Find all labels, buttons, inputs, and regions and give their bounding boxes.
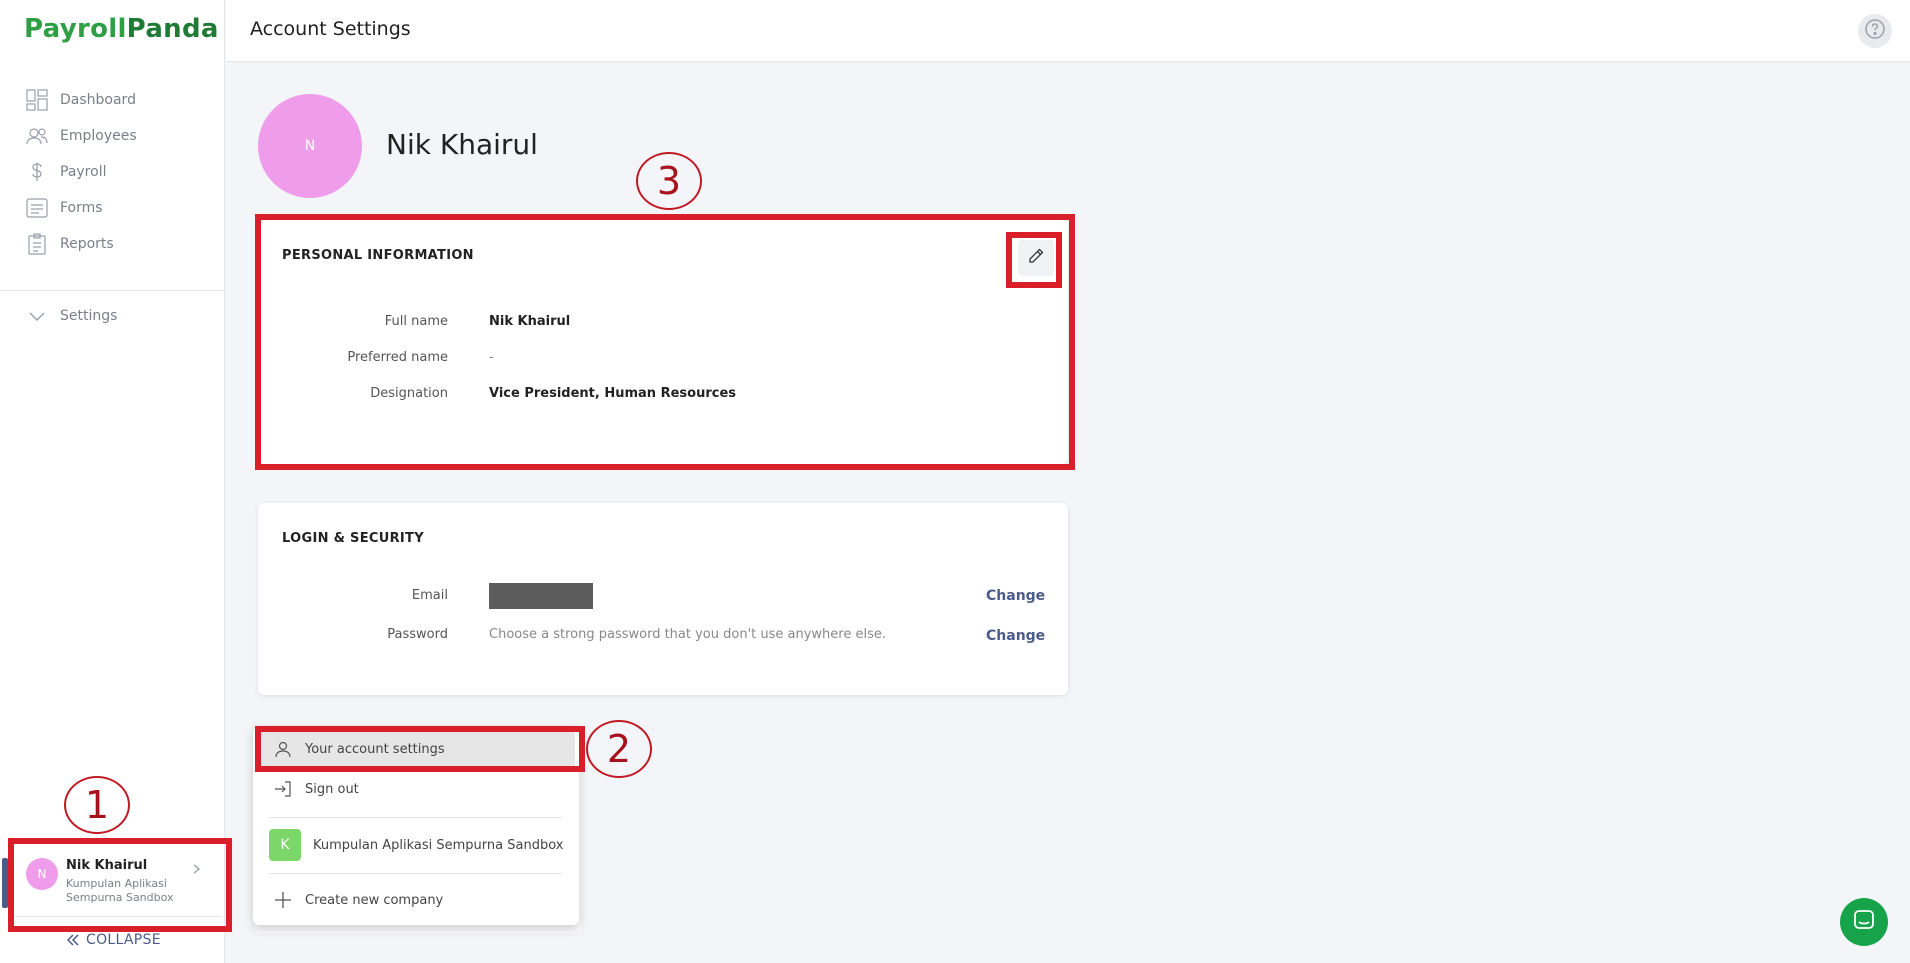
chevron-right-icon (190, 860, 202, 879)
page-title: Account Settings (250, 18, 411, 40)
menu-item-sign-out[interactable]: Sign out (257, 769, 575, 809)
company-badge: K (269, 829, 301, 861)
dollar-icon (26, 161, 48, 183)
menu-item-label: Your account settings (305, 741, 445, 757)
login-security-card: LOGIN & SECURITY Email Change Password C… (258, 503, 1068, 695)
sidebar-item-payroll[interactable]: Payroll (0, 154, 225, 190)
sidebar-item-label: Payroll (60, 164, 107, 180)
sidebar-item-label: Dashboard (60, 92, 136, 108)
chat-button[interactable] (1840, 898, 1888, 946)
annotation-callout-2: 2 (586, 720, 652, 778)
profile-avatar: N (258, 94, 362, 198)
chat-icon (1852, 908, 1876, 936)
annotation-callout-1: 1 (64, 776, 130, 834)
menu-item-account-settings[interactable]: Your account settings (257, 729, 575, 769)
password-hint: Choose a strong password that you don't … (489, 627, 886, 642)
double-chevron-left-icon (66, 933, 80, 947)
sidebar-item-label: Employees (60, 128, 137, 144)
user-icon (273, 739, 293, 759)
sign-out-icon (273, 779, 293, 799)
change-password-link[interactable]: Change (986, 628, 1045, 644)
forms-icon (26, 197, 48, 219)
designation-label: Designation (370, 386, 448, 401)
designation-value: Vice President, Human Resources (489, 386, 736, 401)
full-name-label: Full name (384, 314, 448, 329)
chevron-down-icon (26, 305, 48, 327)
pencil-icon (1026, 246, 1046, 270)
preferred-name-label: Preferred name (347, 350, 448, 365)
password-label: Password (387, 627, 448, 642)
plus-icon (273, 890, 293, 910)
sidebar-item-label: Forms (60, 200, 103, 216)
user-name: Nik Khairul (66, 858, 148, 873)
edit-button[interactable] (1018, 240, 1054, 276)
reports-icon (26, 233, 48, 255)
help-button[interactable] (1858, 14, 1892, 48)
menu-item-company[interactable]: K Kumpulan Aplikasi Sempurna Sandbox (257, 824, 575, 866)
dashboard-icon (26, 89, 48, 111)
divider (12, 916, 222, 917)
divider (268, 873, 562, 874)
section-title: PERSONAL INFORMATION (282, 248, 474, 263)
divider (268, 817, 562, 818)
sidebar-item-employees[interactable]: Employees (0, 118, 225, 154)
sidebar-item-label: Reports (60, 236, 114, 252)
sidebar-item-reports[interactable]: Reports (0, 226, 225, 262)
profile-name: Nik Khairul (386, 128, 538, 161)
menu-item-label: Kumpulan Aplikasi Sempurna Sandbox (313, 837, 564, 853)
sidebar-item-label: Settings (60, 308, 118, 324)
account-menu: Your account settings Sign out K Kumpula… (253, 727, 579, 925)
menu-item-label: Sign out (305, 781, 359, 797)
collapse-button[interactable]: COLLAPSE (66, 932, 161, 948)
collapse-label: COLLAPSE (86, 932, 161, 948)
user-company: Kumpulan Aplikasi Sempurna Sandbox (66, 877, 174, 904)
menu-item-create-company[interactable]: Create new company (257, 880, 575, 920)
menu-item-label: Create new company (305, 892, 444, 908)
sidebar-item-settings[interactable]: Settings (0, 298, 117, 334)
sidebar-divider (0, 290, 225, 291)
top-header: Account Settings (226, 0, 1910, 62)
preferred-name-value: - (489, 350, 494, 365)
help-icon (1864, 18, 1886, 44)
sidebar-item-forms[interactable]: Forms (0, 190, 225, 226)
annotation-callout-3: 3 (636, 152, 702, 210)
sidebar-item-dashboard[interactable]: Dashboard (0, 82, 225, 118)
full-name-value: Nik Khairul (489, 314, 571, 329)
avatar: N (26, 858, 58, 890)
email-label: Email (411, 588, 448, 603)
section-title: LOGIN & SECURITY (282, 531, 424, 546)
app-logo[interactable]: PayrollPanda (24, 14, 219, 44)
employees-icon (26, 125, 48, 147)
change-email-link[interactable]: Change (986, 588, 1045, 604)
personal-information-card: PERSONAL INFORMATION Full name Nik Khair… (258, 220, 1068, 464)
email-value-redacted (489, 583, 593, 609)
sidebar-nav: Dashboard Employees Payroll Forms Report… (0, 82, 225, 262)
